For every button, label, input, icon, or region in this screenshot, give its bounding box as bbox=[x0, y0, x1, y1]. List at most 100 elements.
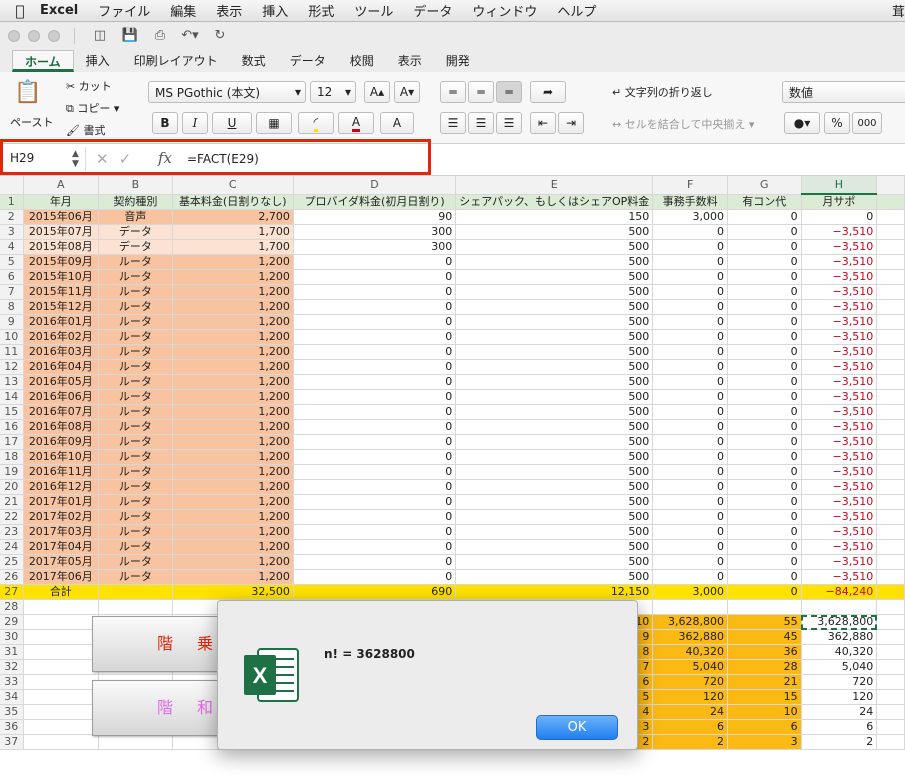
increase-indent-button[interactable]: ⇥ bbox=[558, 112, 584, 134]
cell[interactable]: 0 bbox=[652, 494, 729, 510]
cell[interactable]: 0 bbox=[293, 314, 457, 330]
cell[interactable]: 0 bbox=[652, 554, 729, 570]
cell[interactable]: 150 bbox=[455, 209, 654, 225]
cell[interactable] bbox=[876, 524, 905, 540]
cell[interactable]: 0 bbox=[652, 254, 729, 270]
redo-icon[interactable]: ↻ bbox=[209, 27, 231, 45]
cell[interactable]: ルータ bbox=[98, 569, 173, 585]
row-header[interactable]: 10 bbox=[0, 329, 24, 345]
cell[interactable]: 0 bbox=[652, 359, 729, 375]
total-cell[interactable]: 690 bbox=[293, 584, 457, 600]
cell[interactable]: 500 bbox=[455, 449, 654, 465]
tab-home[interactable]: ホーム bbox=[12, 50, 74, 72]
paste-label[interactable]: ペースト bbox=[10, 114, 53, 130]
cell[interactable]: 0 bbox=[727, 419, 802, 435]
row-header[interactable]: 36 bbox=[0, 719, 24, 735]
cell[interactable]: 2016年09月 bbox=[23, 434, 100, 450]
cell[interactable]: 500 bbox=[455, 389, 654, 405]
row-header[interactable]: 16 bbox=[0, 419, 24, 435]
cell[interactable]: 0 bbox=[652, 479, 729, 495]
total-cell[interactable]: −84,240 bbox=[801, 584, 878, 600]
cell[interactable]: ルータ bbox=[98, 374, 173, 390]
header-cell[interactable]: プロバイダ料金(初月日割り) bbox=[293, 194, 457, 210]
cell[interactable]: 2016年08月 bbox=[23, 419, 100, 435]
cell[interactable]: 0 bbox=[293, 464, 457, 480]
row-header[interactable]: 21 bbox=[0, 494, 24, 510]
cell[interactable]: 0 bbox=[727, 374, 802, 390]
cell[interactable]: 5,040 bbox=[801, 659, 878, 675]
cell[interactable] bbox=[876, 509, 905, 525]
cell[interactable]: 2017年05月 bbox=[23, 554, 100, 570]
cell[interactable]: ルータ bbox=[98, 524, 173, 540]
cell[interactable]: 0 bbox=[652, 299, 729, 315]
cell[interactable]: 500 bbox=[455, 479, 654, 495]
cell[interactable]: 0 bbox=[293, 254, 457, 270]
header-cell[interactable]: 年月 bbox=[23, 194, 100, 210]
row-header[interactable]: 5 bbox=[0, 254, 24, 270]
cell[interactable]: 2016年01月 bbox=[23, 314, 100, 330]
cell[interactable]: 2 bbox=[652, 734, 729, 750]
cell[interactable]: 2016年03月 bbox=[23, 344, 100, 360]
copy-button[interactable]: ⧉ コピー ▾ bbox=[66, 100, 119, 116]
cell[interactable]: 40,320 bbox=[652, 644, 729, 660]
cell[interactable]: 500 bbox=[455, 299, 654, 315]
cell[interactable]: −3,510 bbox=[801, 554, 878, 570]
cell[interactable]: 500 bbox=[455, 554, 654, 570]
cell[interactable]: 2016年10月 bbox=[23, 449, 100, 465]
cell[interactable]: 3,000 bbox=[652, 209, 729, 225]
italic-button[interactable]: I bbox=[182, 112, 208, 134]
cell[interactable]: 2016年05月 bbox=[23, 374, 100, 390]
cell[interactable]: 36 bbox=[727, 644, 802, 660]
cell[interactable]: 0 bbox=[293, 509, 457, 525]
cell[interactable]: −3,510 bbox=[801, 509, 878, 525]
cell[interactable]: データ bbox=[98, 224, 173, 240]
row-header[interactable]: 28 bbox=[0, 599, 24, 615]
column-header[interactable] bbox=[876, 176, 905, 195]
cell[interactable]: 0 bbox=[293, 359, 457, 375]
cell[interactable]: −3,510 bbox=[801, 269, 878, 285]
cell[interactable]: 1,200 bbox=[172, 269, 294, 285]
menu-data[interactable]: データ bbox=[413, 1, 452, 20]
cell[interactable]: ルータ bbox=[98, 449, 173, 465]
cell[interactable]: 2016年02月 bbox=[23, 329, 100, 345]
row-header[interactable]: 1 bbox=[0, 194, 24, 210]
cell[interactable]: 2016年11月 bbox=[23, 464, 100, 480]
font-name-select[interactable]: MS PGothic (本文) ▾ bbox=[148, 81, 306, 103]
cell[interactable] bbox=[876, 479, 905, 495]
cell[interactable] bbox=[876, 389, 905, 405]
borders-button[interactable]: ▦ bbox=[256, 112, 292, 134]
cell[interactable]: 15 bbox=[727, 689, 802, 705]
row-header[interactable]: 11 bbox=[0, 344, 24, 360]
cell[interactable]: 0 bbox=[293, 494, 457, 510]
cell[interactable]: 720 bbox=[652, 674, 729, 690]
close-window-button[interactable] bbox=[8, 30, 20, 42]
cell[interactable]: 0 bbox=[727, 509, 802, 525]
cell[interactable]: 10 bbox=[727, 704, 802, 720]
cell[interactable] bbox=[876, 659, 905, 675]
cell[interactable]: 0 bbox=[727, 434, 802, 450]
cell[interactable]: 0 bbox=[652, 419, 729, 435]
cell[interactable] bbox=[23, 689, 100, 705]
bold-button[interactable]: B bbox=[152, 112, 178, 134]
cell[interactable]: 2015年09月 bbox=[23, 254, 100, 270]
cell[interactable]: 500 bbox=[455, 284, 654, 300]
cell[interactable]: ルータ bbox=[98, 254, 173, 270]
header-cell[interactable]: シェアパック、もしくはシェアOP料金 bbox=[455, 194, 654, 210]
cell[interactable]: 0 bbox=[727, 524, 802, 540]
cell[interactable]: −3,510 bbox=[801, 254, 878, 270]
header-cell[interactable]: 有コン代 bbox=[727, 194, 802, 210]
total-cell[interactable] bbox=[98, 584, 173, 600]
cell[interactable]: 1,200 bbox=[172, 299, 294, 315]
cell[interactable]: 28 bbox=[727, 659, 802, 675]
row-header[interactable]: 4 bbox=[0, 239, 24, 255]
cell[interactable]: 2 bbox=[801, 734, 878, 750]
total-cell[interactable]: 0 bbox=[727, 584, 802, 600]
cell[interactable]: ルータ bbox=[98, 419, 173, 435]
tab-view[interactable]: 表示 bbox=[386, 50, 434, 72]
cell[interactable] bbox=[23, 734, 100, 750]
cell[interactable] bbox=[876, 614, 905, 630]
cell[interactable] bbox=[876, 344, 905, 360]
cell[interactable]: 6 bbox=[652, 719, 729, 735]
comma-button[interactable]: 000 bbox=[852, 112, 882, 134]
cell[interactable]: 1,700 bbox=[172, 239, 294, 255]
